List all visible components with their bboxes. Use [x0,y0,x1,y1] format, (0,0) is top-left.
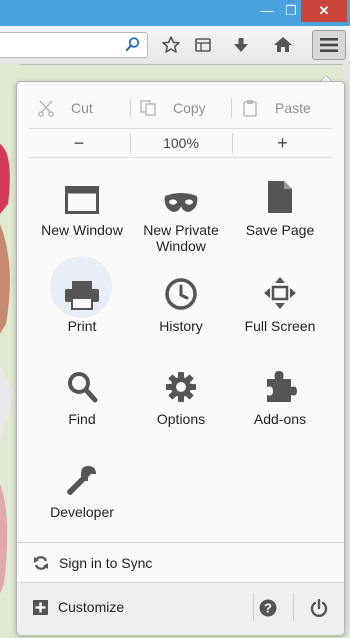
home-icon[interactable] [270,32,296,58]
zoom-reset-button[interactable]: 100% [131,129,231,157]
clock-icon [165,278,197,310]
options-button[interactable]: Options [131,363,231,427]
window-icon [65,186,99,214]
add-ons-button[interactable]: Add-ons [230,363,330,427]
edit-controls: Cut Copy Paste [17,92,344,124]
mask-icon [164,193,198,212]
find-button[interactable]: Find [32,363,132,427]
reading-list-icon[interactable] [190,32,216,58]
sync-label: Sign in to Sync [59,555,153,571]
navigation-toolbar [0,26,350,65]
copy-icon [140,100,156,116]
minimize-button[interactable]: — [254,0,280,22]
paste-button[interactable]: Paste [227,92,327,124]
print-label: Print [67,318,97,334]
star-icon[interactable] [158,32,184,58]
printer-icon [65,281,99,310]
full-screen-label: Full Screen [244,318,316,334]
new-private-window-label: New Private Window [143,222,219,254]
close-button[interactable]: ✕ [301,0,347,22]
new-window-button[interactable]: New Window [32,174,132,238]
add-ons-label: Add-ons [253,411,307,427]
new-private-window-button[interactable]: New Private Window [131,174,231,254]
download-icon[interactable] [228,32,254,58]
footer-divider [253,593,254,621]
search-input[interactable] [0,32,148,58]
zoom-out-button[interactable]: − [29,129,129,157]
history-label: History [159,318,203,334]
copy-label: Copy [173,100,206,116]
main-menu-panel: Cut Copy Paste − 100% + New Window New P… [16,81,345,635]
wrench-icon [67,466,96,495]
find-label: Find [68,411,96,427]
history-button[interactable]: History [131,270,231,334]
developer-label: Developer [50,504,114,520]
page-icon [268,181,292,213]
magnifier-icon [68,372,98,403]
sign-in-sync-button[interactable]: Sign in to Sync [17,542,344,583]
options-label: Options [156,411,206,427]
sync-icon [34,556,48,570]
customize-button[interactable]: Customize [33,595,124,619]
copy-button[interactable]: Copy [125,92,225,124]
save-page-button[interactable]: Save Page [230,174,330,238]
cut-button[interactable]: Cut [23,92,123,124]
puzzle-icon [267,371,297,402]
gear-icon [166,372,196,402]
svg-text:?: ? [264,601,272,616]
power-icon [310,599,328,617]
window-titlebar: — ❐ ✕ [0,0,350,26]
cut-label: Cut [71,100,93,116]
help-icon: ? [259,599,277,617]
paste-label: Paste [275,100,311,116]
customize-label: Customize [58,599,125,615]
full-screen-button[interactable]: Full Screen [230,270,330,334]
menu-footer: Customize ? [17,582,344,635]
hamburger-menu-button[interactable] [312,30,346,60]
zoom-controls: − 100% + [29,128,332,158]
new-window-label: New Window [41,222,123,238]
print-button[interactable]: Print [32,256,132,334]
fullscreen-icon [264,277,296,309]
zoom-in-button[interactable]: + [233,129,332,157]
footer-divider [293,593,294,621]
quit-button[interactable] [306,595,332,621]
scissors-icon [38,100,54,117]
plus-box-icon [33,599,48,615]
hamburger-menu-icon [320,38,338,52]
search-icon[interactable] [125,36,141,52]
developer-button[interactable]: Developer [32,456,132,520]
help-button[interactable]: ? [255,595,281,621]
save-page-label: Save Page [245,222,315,238]
clipboard-icon [243,100,257,117]
